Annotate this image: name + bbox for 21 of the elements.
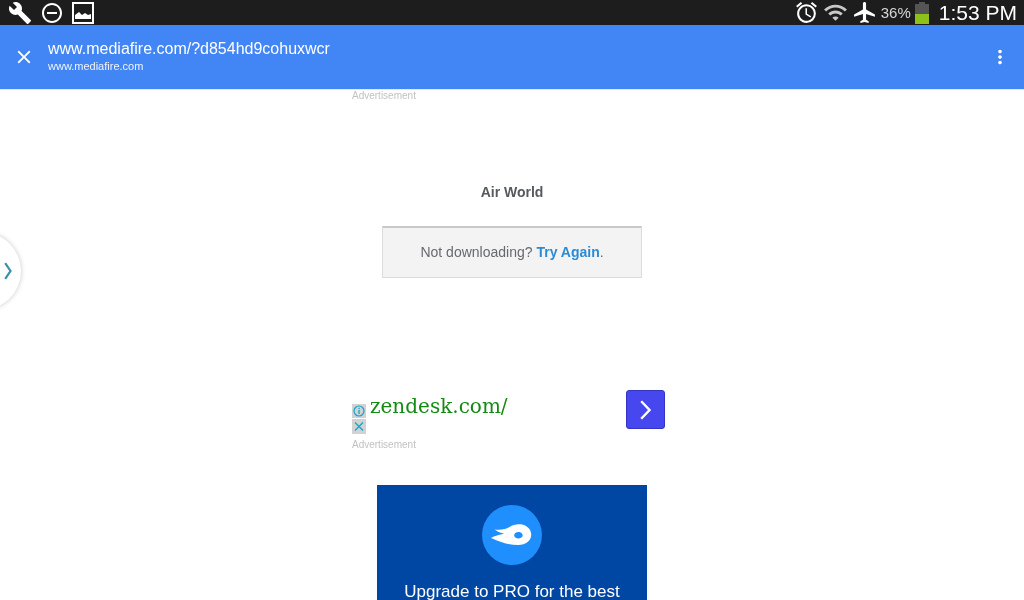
flame-logo-icon xyxy=(482,505,542,565)
page-domain: www.mediafire.com xyxy=(48,60,145,73)
battery-icon xyxy=(914,1,929,24)
file-name: Air World xyxy=(480,184,544,200)
battery-percentage: 36% xyxy=(880,3,911,22)
image-icon xyxy=(72,1,94,24)
chevron-right-icon xyxy=(4,262,12,280)
promo-banner[interactable]: Upgrade to PRO for the best xyxy=(377,485,647,600)
ad-info-icon[interactable] xyxy=(352,404,366,418)
ad-open-button[interactable] xyxy=(626,390,665,429)
retry-message: Not downloading? Try Again. xyxy=(420,244,604,261)
clock-time: 1:53 PM xyxy=(938,0,1017,25)
try-again-link[interactable]: Try Again xyxy=(536,244,600,260)
wrench-icon xyxy=(8,0,32,25)
advertisement-label: Advertisement xyxy=(352,439,416,451)
chevron-right-icon xyxy=(640,399,651,420)
ad-link-text[interactable]: zendesk.com/ xyxy=(370,394,508,418)
advertisement-label: Advertisement xyxy=(352,90,416,102)
airplane-icon xyxy=(851,0,877,25)
page-url-title: www.mediafire.com/?d854hd9cohuxwcr xyxy=(48,39,331,58)
promo-text: Upgrade to PRO for the best xyxy=(404,583,620,600)
